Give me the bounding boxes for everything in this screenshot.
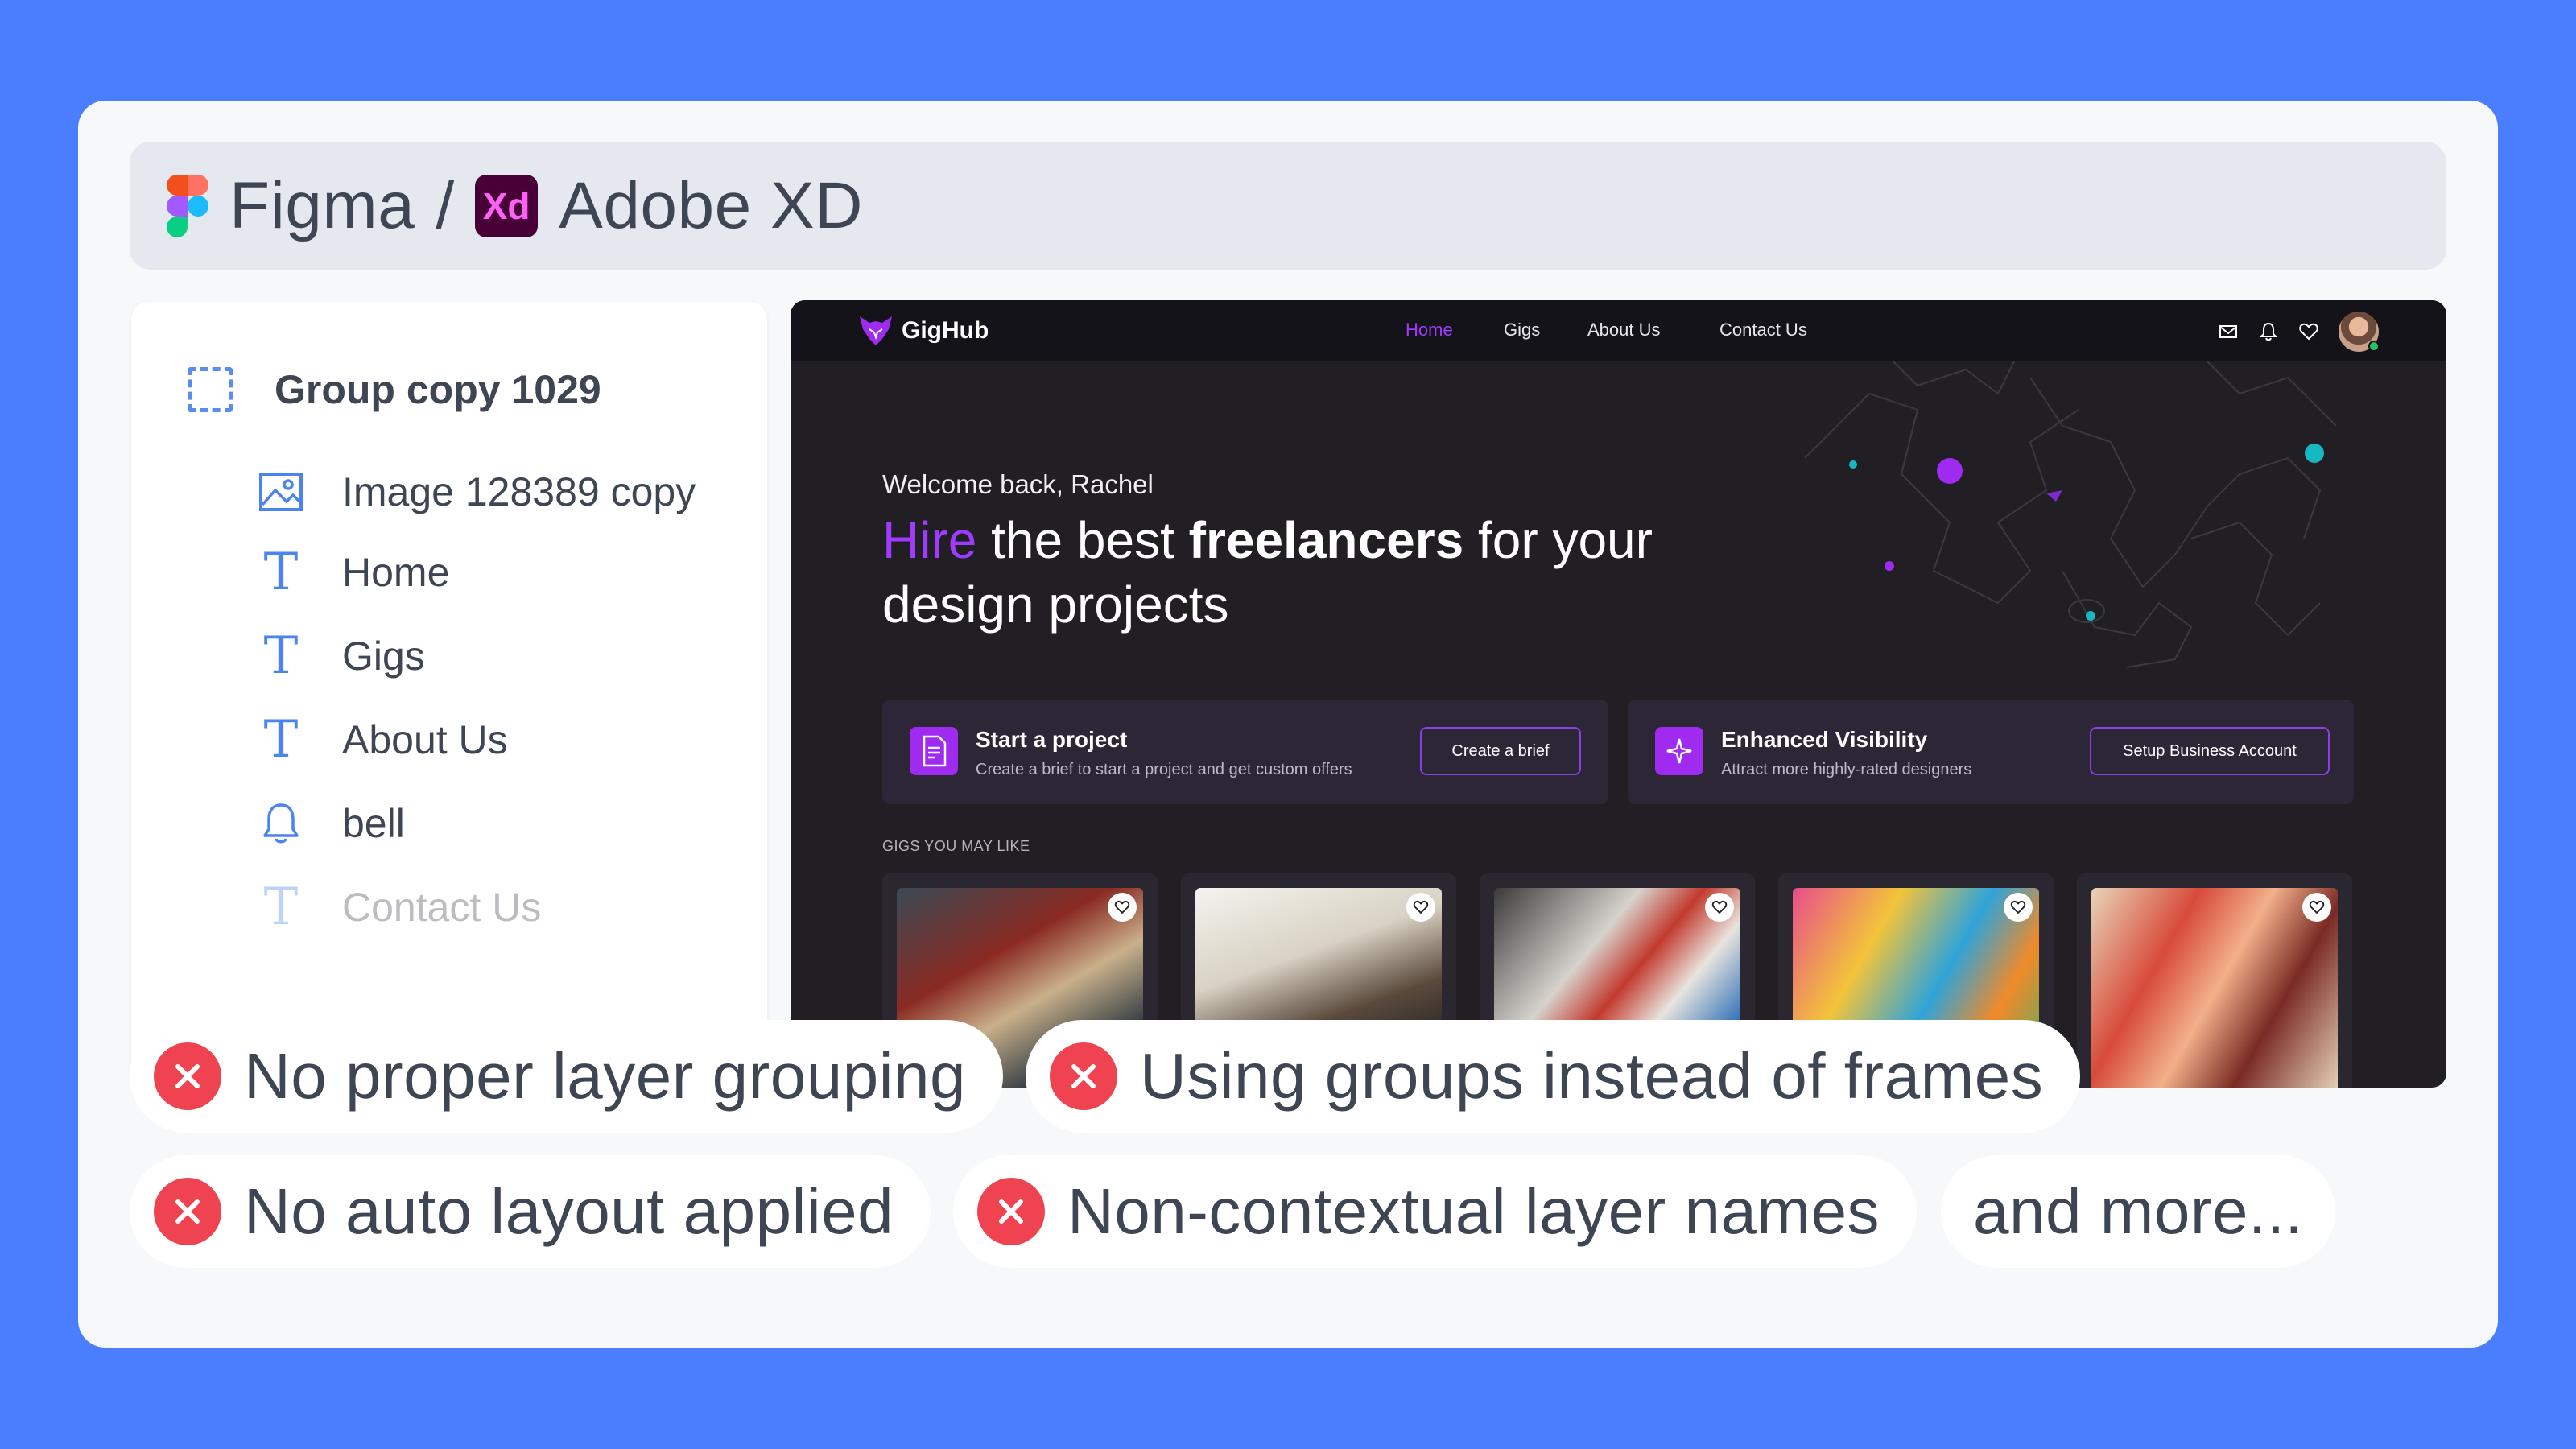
- error-x-icon: [977, 1178, 1045, 1245]
- text-icon: T: [263, 543, 299, 602]
- issue-text: Using groups instead of frames: [1140, 1040, 2044, 1112]
- nav-icons: [2218, 312, 2380, 352]
- setup-business-account-button[interactable]: Setup Business Account: [2090, 727, 2330, 775]
- layer-label: About Us: [342, 717, 508, 762]
- hero-headline: Hire the best freelancers for your desig…: [882, 508, 1687, 637]
- heart-icon[interactable]: [1406, 893, 1435, 922]
- xd-badge-text: Xd: [482, 184, 530, 227]
- fox-logo-icon: [860, 316, 892, 345]
- layer-row-about[interactable]: T About Us: [258, 710, 508, 770]
- group-title: Group copy 1029: [275, 367, 601, 412]
- sparkle-icon: [1655, 727, 1703, 775]
- promo-title: Start a project: [976, 727, 1128, 752]
- heart-icon[interactable]: [2004, 893, 2033, 922]
- nav-contact-us[interactable]: Contact Us: [1719, 320, 1807, 341]
- image-icon: [258, 468, 303, 516]
- document-icon: [910, 727, 958, 775]
- error-x-icon: [154, 1042, 221, 1110]
- adobe-xd-label: Adobe XD: [559, 168, 863, 242]
- issue-tag: Non-contextual layer names: [953, 1155, 1918, 1268]
- brand-name: GigHub: [902, 317, 989, 344]
- promo-start-project: Start a project Create a brief to start …: [882, 700, 1608, 804]
- layer-row-contact[interactable]: T Contact Us: [258, 877, 542, 937]
- text-icon: T: [263, 710, 299, 770]
- nav-home[interactable]: Home: [1406, 320, 1453, 341]
- gig-card[interactable]: [2077, 873, 2352, 1088]
- issue-text: Non-contextual layer names: [1067, 1175, 1880, 1247]
- figma-logo-icon: [167, 174, 208, 237]
- issue-text: No proper layer grouping: [244, 1040, 966, 1112]
- online-status-dot: [2368, 341, 2380, 352]
- layer-label: bell: [342, 801, 405, 846]
- slide-card: Figma / Xd Adobe XD Group copy 1029 Imag…: [78, 101, 2498, 1348]
- avatar[interactable]: [2339, 312, 2380, 352]
- promo-title: Enhanced Visibility: [1721, 727, 1928, 752]
- issue-tag: Using groups instead of frames: [1026, 1020, 2081, 1133]
- welcome-text: Welcome back, Rachel: [882, 469, 1154, 499]
- layer-label: Gigs: [342, 634, 425, 679]
- top-nav: GigHub Home Gigs About Us Contact Us: [791, 300, 2446, 361]
- layer-row-bell[interactable]: bell: [258, 799, 405, 848]
- layer-row-gigs[interactable]: T Gigs: [258, 626, 425, 686]
- heart-icon[interactable]: [1108, 893, 1137, 922]
- gig-thumbnail: [2091, 888, 2338, 1088]
- layer-row-home[interactable]: T Home: [258, 543, 450, 602]
- text-icon: T: [263, 877, 299, 937]
- issue-text: No auto layout applied: [244, 1175, 894, 1247]
- create-brief-button[interactable]: Create a brief: [1420, 727, 1581, 775]
- layer-group-row[interactable]: Group copy 1029: [188, 366, 601, 413]
- heart-icon[interactable]: [2302, 893, 2331, 922]
- issue-tag: No auto layout applied: [130, 1155, 931, 1268]
- layers-panel: Group copy 1029 Image 128389 copy T Home…: [131, 302, 767, 1087]
- more-tag: and more...: [1941, 1155, 2336, 1268]
- bell-icon: [258, 799, 303, 848]
- text-icon: T: [263, 626, 299, 686]
- group-icon: [188, 367, 233, 412]
- title-bar: Figma / Xd Adobe XD: [130, 142, 2446, 270]
- headline-part1: the best: [976, 511, 1189, 569]
- nav-about-us[interactable]: About Us: [1587, 320, 1661, 341]
- gigs-section-label: GIGS YOU MAY LIKE: [882, 838, 1030, 854]
- promo-enhanced-visibility: Enhanced Visibility Attract more highly-…: [1628, 700, 2354, 804]
- headline-bold: freelancers: [1188, 511, 1464, 569]
- mail-icon[interactable]: [2218, 321, 2239, 342]
- headline-accent: Hire: [882, 511, 977, 569]
- error-x-icon: [154, 1178, 221, 1245]
- adobe-xd-logo-icon: Xd: [475, 174, 539, 237]
- promo-subtitle: Create a brief to start a project and ge…: [976, 761, 1352, 778]
- nav-gigs[interactable]: Gigs: [1504, 320, 1540, 341]
- heart-icon[interactable]: [1705, 893, 1734, 922]
- issue-tag: No proper layer grouping: [130, 1020, 1003, 1133]
- error-x-icon: [1050, 1042, 1117, 1110]
- heart-icon[interactable]: [2298, 321, 2319, 342]
- layer-label: Home: [342, 550, 450, 595]
- more-text: and more...: [1973, 1175, 2304, 1247]
- brand-logo[interactable]: GigHub: [858, 315, 989, 347]
- bell-icon[interactable]: [2258, 321, 2279, 342]
- layer-row-image[interactable]: Image 128389 copy: [258, 468, 696, 516]
- tool-separator: /: [436, 168, 455, 242]
- layer-label: Image 128389 copy: [342, 469, 696, 514]
- layer-label: Contact Us: [342, 885, 542, 930]
- figma-label: Figma: [229, 168, 415, 242]
- decorative-map-graphic: [1804, 361, 2337, 668]
- website-preview: GigHub Home Gigs About Us Contact Us Wel…: [791, 300, 2446, 1088]
- promo-subtitle: Attract more highly-rated designers: [1721, 761, 1972, 778]
